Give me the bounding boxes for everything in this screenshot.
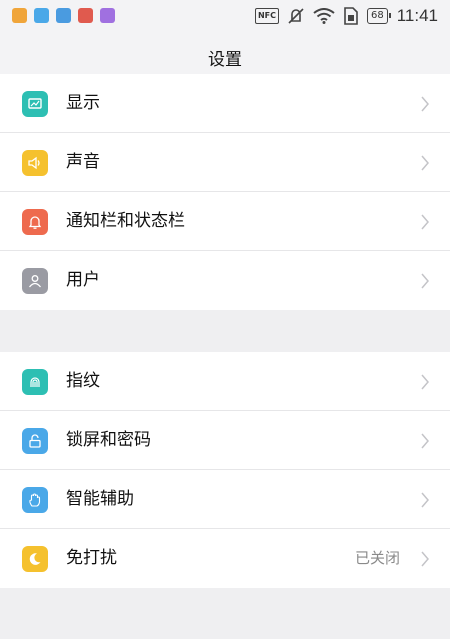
settings-group-2: 指纹 锁屏和密码 智能辅助 免打扰 已关闭: [0, 352, 450, 588]
settings-item-smart-assist[interactable]: 智能辅助: [0, 470, 450, 529]
settings-item-lockscreen[interactable]: 锁屏和密码: [0, 411, 450, 470]
settings-item-users[interactable]: 用户: [0, 251, 450, 310]
wifi-icon: [313, 8, 335, 24]
sim-card-icon: [344, 7, 358, 25]
settings-item-label: 用户: [66, 270, 100, 290]
settings-item-label: 智能辅助: [66, 489, 134, 509]
chevron-right-icon: [421, 96, 429, 112]
notification-icons: [12, 8, 115, 23]
status-value: 已关闭: [354, 549, 400, 567]
chevron-right-icon: [421, 214, 429, 230]
settings-item-label: 声音: [66, 152, 100, 172]
user-icon: [22, 268, 48, 294]
settings-item-label: 锁屏和密码: [66, 430, 151, 450]
hand-icon: [22, 487, 48, 513]
chevron-right-icon: [421, 492, 429, 508]
chevron-right-icon: [421, 433, 429, 449]
settings-item-label: 指纹: [66, 371, 100, 391]
shop-app-icon: [78, 8, 93, 23]
lock-icon: [22, 428, 48, 454]
chevron-right-icon: [421, 155, 429, 171]
browser-app-icon: [12, 8, 27, 23]
settings-item-sound[interactable]: 声音: [0, 133, 450, 192]
status-bar: NFC 68 11:41: [0, 0, 450, 32]
settings-item-label: 通知栏和状态栏: [66, 211, 185, 231]
bell-icon: [22, 209, 48, 235]
settings-item-label: 显示: [66, 93, 100, 113]
display-icon: [22, 91, 48, 117]
chevron-right-icon: [421, 374, 429, 390]
battery-indicator: 68: [366, 8, 391, 24]
message-app-icon: [34, 8, 49, 23]
chevron-right-icon: [421, 273, 429, 289]
fingerprint-icon: [22, 369, 48, 395]
settings-item-notifications[interactable]: 通知栏和状态栏: [0, 192, 450, 251]
video-app-icon: [100, 8, 115, 23]
photo-app-icon: [56, 8, 71, 23]
speaker-icon: [22, 150, 48, 176]
settings-item-do-not-disturb[interactable]: 免打扰 已关闭: [0, 529, 450, 588]
moon-icon: [22, 546, 48, 572]
settings-item-display[interactable]: 显示: [0, 74, 450, 133]
settings-item-label: 免打扰: [66, 548, 117, 568]
settings-group-1: 显示 声音 通知栏和状态栏 用户: [0, 74, 450, 310]
clock: 11:41: [396, 6, 438, 25]
settings-item-fingerprint[interactable]: 指纹: [0, 352, 450, 411]
vibrate-off-icon: [288, 8, 304, 24]
nfc-icon: NFC: [254, 8, 279, 24]
chevron-right-icon: [421, 551, 429, 567]
